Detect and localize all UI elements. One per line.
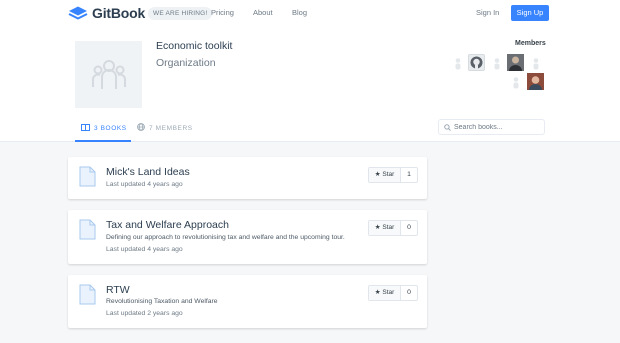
search-icon bbox=[444, 123, 451, 131]
tab-books-label: 3 BOOKS bbox=[94, 124, 127, 132]
member-avatar[interactable] bbox=[527, 73, 544, 90]
nav-link-about[interactable]: About bbox=[253, 8, 273, 17]
star-control: ★ Star 0 bbox=[368, 220, 418, 236]
star-button[interactable]: ★ Star bbox=[369, 286, 401, 300]
org-header: Economic toolkit Organization Members 3 … bbox=[0, 28, 620, 142]
star-label: Star bbox=[382, 171, 395, 178]
org-name: Economic toolkit bbox=[156, 40, 233, 52]
book-updated: Last updated 4 years ago bbox=[106, 246, 183, 253]
book-title[interactable]: RTW bbox=[106, 284, 130, 296]
brand-name: GitBook bbox=[92, 5, 146, 21]
star-label: Star bbox=[382, 224, 395, 231]
book-description: Defining our approach to revolutionising… bbox=[106, 234, 345, 241]
github-octocat-icon bbox=[470, 56, 483, 69]
star-count[interactable]: 0 bbox=[401, 286, 417, 300]
book-card[interactable]: RTW Revolutionising Taxation and Welfare… bbox=[68, 275, 427, 328]
top-nav: GitBook WE ARE HIRING! Pricing About Blo… bbox=[0, 0, 620, 28]
people-icon bbox=[91, 59, 126, 89]
book-title[interactable]: Mick's Land Ideas bbox=[106, 166, 190, 178]
sign-in-link[interactable]: Sign In bbox=[476, 8, 499, 17]
books-icon bbox=[81, 123, 90, 133]
book-updated: Last updated 4 years ago bbox=[106, 181, 183, 188]
member-avatar[interactable] bbox=[488, 55, 505, 72]
org-avatar bbox=[75, 41, 142, 108]
member-avatar[interactable] bbox=[468, 54, 485, 71]
book-description: Revolutionising Taxation and Welfare bbox=[106, 298, 218, 305]
member-avatar[interactable] bbox=[527, 55, 544, 72]
document-icon bbox=[79, 166, 96, 187]
star-label: Star bbox=[382, 289, 395, 296]
hiring-badge[interactable]: WE ARE HIRING! bbox=[148, 7, 213, 20]
member-avatar[interactable] bbox=[449, 55, 466, 72]
person-placeholder-icon bbox=[533, 58, 538, 70]
member-photo-icon bbox=[507, 54, 524, 71]
star-count[interactable]: 0 bbox=[401, 221, 417, 235]
star-button[interactable]: ★ Star bbox=[369, 221, 401, 235]
person-placeholder-icon bbox=[455, 58, 460, 70]
nav-link-pricing[interactable]: Pricing bbox=[211, 8, 234, 17]
search-input[interactable] bbox=[454, 123, 542, 131]
member-photo-icon bbox=[527, 73, 544, 90]
person-placeholder-icon bbox=[494, 58, 499, 70]
document-icon bbox=[79, 284, 96, 305]
search-box[interactable] bbox=[438, 119, 545, 135]
tab-members-label: 7 MEMBERS bbox=[149, 124, 193, 132]
nav-link-blog[interactable]: Blog bbox=[292, 8, 307, 17]
active-tab-indicator bbox=[75, 140, 131, 142]
star-control: ★ Star 0 bbox=[368, 285, 418, 301]
gitbook-logo[interactable]: GitBook bbox=[68, 5, 145, 21]
document-icon bbox=[79, 219, 96, 240]
star-button[interactable]: ★ Star bbox=[369, 168, 401, 182]
book-title[interactable]: Tax and Welfare Approach bbox=[106, 219, 229, 231]
star-count[interactable]: 1 bbox=[401, 168, 417, 182]
book-card[interactable]: Mick's Land Ideas Last updated 4 years a… bbox=[68, 157, 427, 199]
book-card[interactable]: Tax and Welfare Approach Defining our ap… bbox=[68, 210, 427, 264]
member-avatar[interactable] bbox=[507, 54, 524, 71]
members-heading: Members bbox=[515, 40, 546, 47]
book-updated: Last updated 2 years ago bbox=[106, 310, 183, 317]
sign-up-button[interactable]: Sign Up bbox=[511, 5, 549, 21]
tab-books[interactable]: 3 BOOKS bbox=[81, 118, 127, 138]
tab-members[interactable]: 7 MEMBERS bbox=[137, 118, 193, 138]
globe-icon bbox=[137, 123, 145, 133]
person-placeholder-icon bbox=[513, 77, 518, 89]
org-type: Organization bbox=[156, 57, 216, 69]
star-control: ★ Star 1 bbox=[368, 167, 418, 183]
member-avatar[interactable] bbox=[507, 74, 524, 91]
gitbook-logo-icon bbox=[68, 5, 88, 21]
